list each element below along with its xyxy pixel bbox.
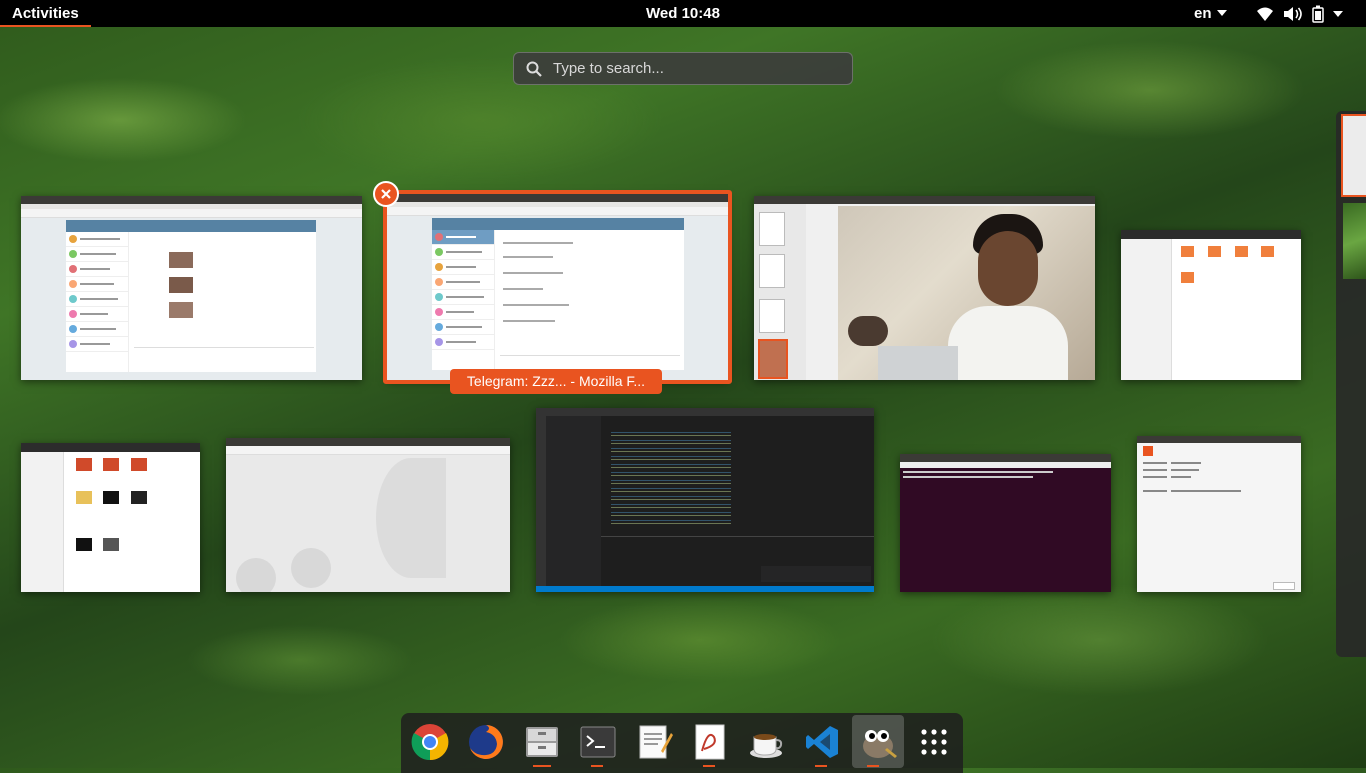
dock-app-firefox[interactable] <box>464 720 508 764</box>
window-thumbnail-telegram-firefox[interactable] <box>21 196 362 380</box>
dock-app-vscode[interactable] <box>800 720 844 764</box>
dock-app-text-editor[interactable] <box>632 720 676 764</box>
window-titlebar <box>21 196 362 204</box>
search-icon <box>526 61 542 77</box>
text-editor-icon <box>639 725 673 759</box>
running-indicator <box>815 765 827 767</box>
dock-app-pdf-viewer[interactable] <box>688 720 732 764</box>
language-label: en <box>1194 5 1212 22</box>
window-thumbnail-gimp[interactable] <box>226 438 510 592</box>
close-icon <box>381 189 391 199</box>
window-titlebar <box>536 408 874 416</box>
chrome-icon <box>411 724 449 761</box>
gimp-logo-watermark <box>226 458 446 592</box>
dock-app-terminal[interactable] <box>576 720 620 764</box>
system-tray[interactable] <box>1256 4 1343 24</box>
workspace-1-thumbnail[interactable] <box>1341 114 1366 197</box>
battery-icon <box>1312 5 1324 23</box>
window-titlebar <box>900 454 1111 462</box>
window-thumbnail-terminal[interactable] <box>900 454 1111 592</box>
show-applications-button[interactable] <box>912 720 956 764</box>
person-photo <box>948 206 1068 380</box>
clock[interactable]: Wed 10:48 <box>646 0 720 27</box>
window-thumbnail-files-main-project[interactable] <box>21 443 200 592</box>
dock-app-chrome[interactable] <box>408 720 452 764</box>
pdf-viewer-icon <box>695 724 725 760</box>
firefox-icon <box>469 725 503 759</box>
window-thumbnail-files[interactable] <box>1121 230 1301 380</box>
dock-app-files[interactable] <box>520 720 564 764</box>
workspace-2-thumbnail[interactable] <box>1343 203 1366 279</box>
running-indicator <box>867 765 879 767</box>
window-titlebar <box>21 443 200 452</box>
files-icon <box>526 727 558 757</box>
search-input[interactable] <box>551 59 835 78</box>
show-apps-icon <box>921 729 947 755</box>
window-thumbnail-vscode[interactable] <box>536 408 874 592</box>
close-window-button[interactable] <box>373 181 399 207</box>
dock-app-gimp[interactable] <box>852 715 904 768</box>
window-titlebar <box>226 438 510 446</box>
chevron-down-icon <box>1333 11 1343 17</box>
window-titlebar <box>754 196 1095 204</box>
window-thumbnail-pdf-viewer[interactable] <box>754 196 1095 380</box>
selected-window-frame <box>383 190 732 384</box>
dock-app-java[interactable] <box>744 720 788 764</box>
wifi-icon <box>1257 7 1273 21</box>
terminal-icon <box>580 726 616 758</box>
language-indicator[interactable]: en <box>1194 0 1227 27</box>
window-titlebar <box>1121 230 1301 239</box>
window-thumbnail-properties-dialog[interactable] <box>1137 436 1301 592</box>
running-indicator <box>591 765 603 767</box>
gimp-icon <box>863 729 897 758</box>
top-bar: Activities Wed 10:48 en <box>0 0 1366 27</box>
window-titlebar <box>1137 436 1301 443</box>
vscode-icon <box>806 726 838 758</box>
search-box[interactable] <box>513 52 853 85</box>
volume-icon <box>1284 7 1302 21</box>
running-indicator <box>703 765 715 767</box>
java-icon <box>750 734 783 758</box>
running-indicator <box>533 765 551 767</box>
chevron-down-icon <box>1216 10 1227 16</box>
window-caption: Telegram: Zzz... - Mozilla F... <box>450 369 662 394</box>
